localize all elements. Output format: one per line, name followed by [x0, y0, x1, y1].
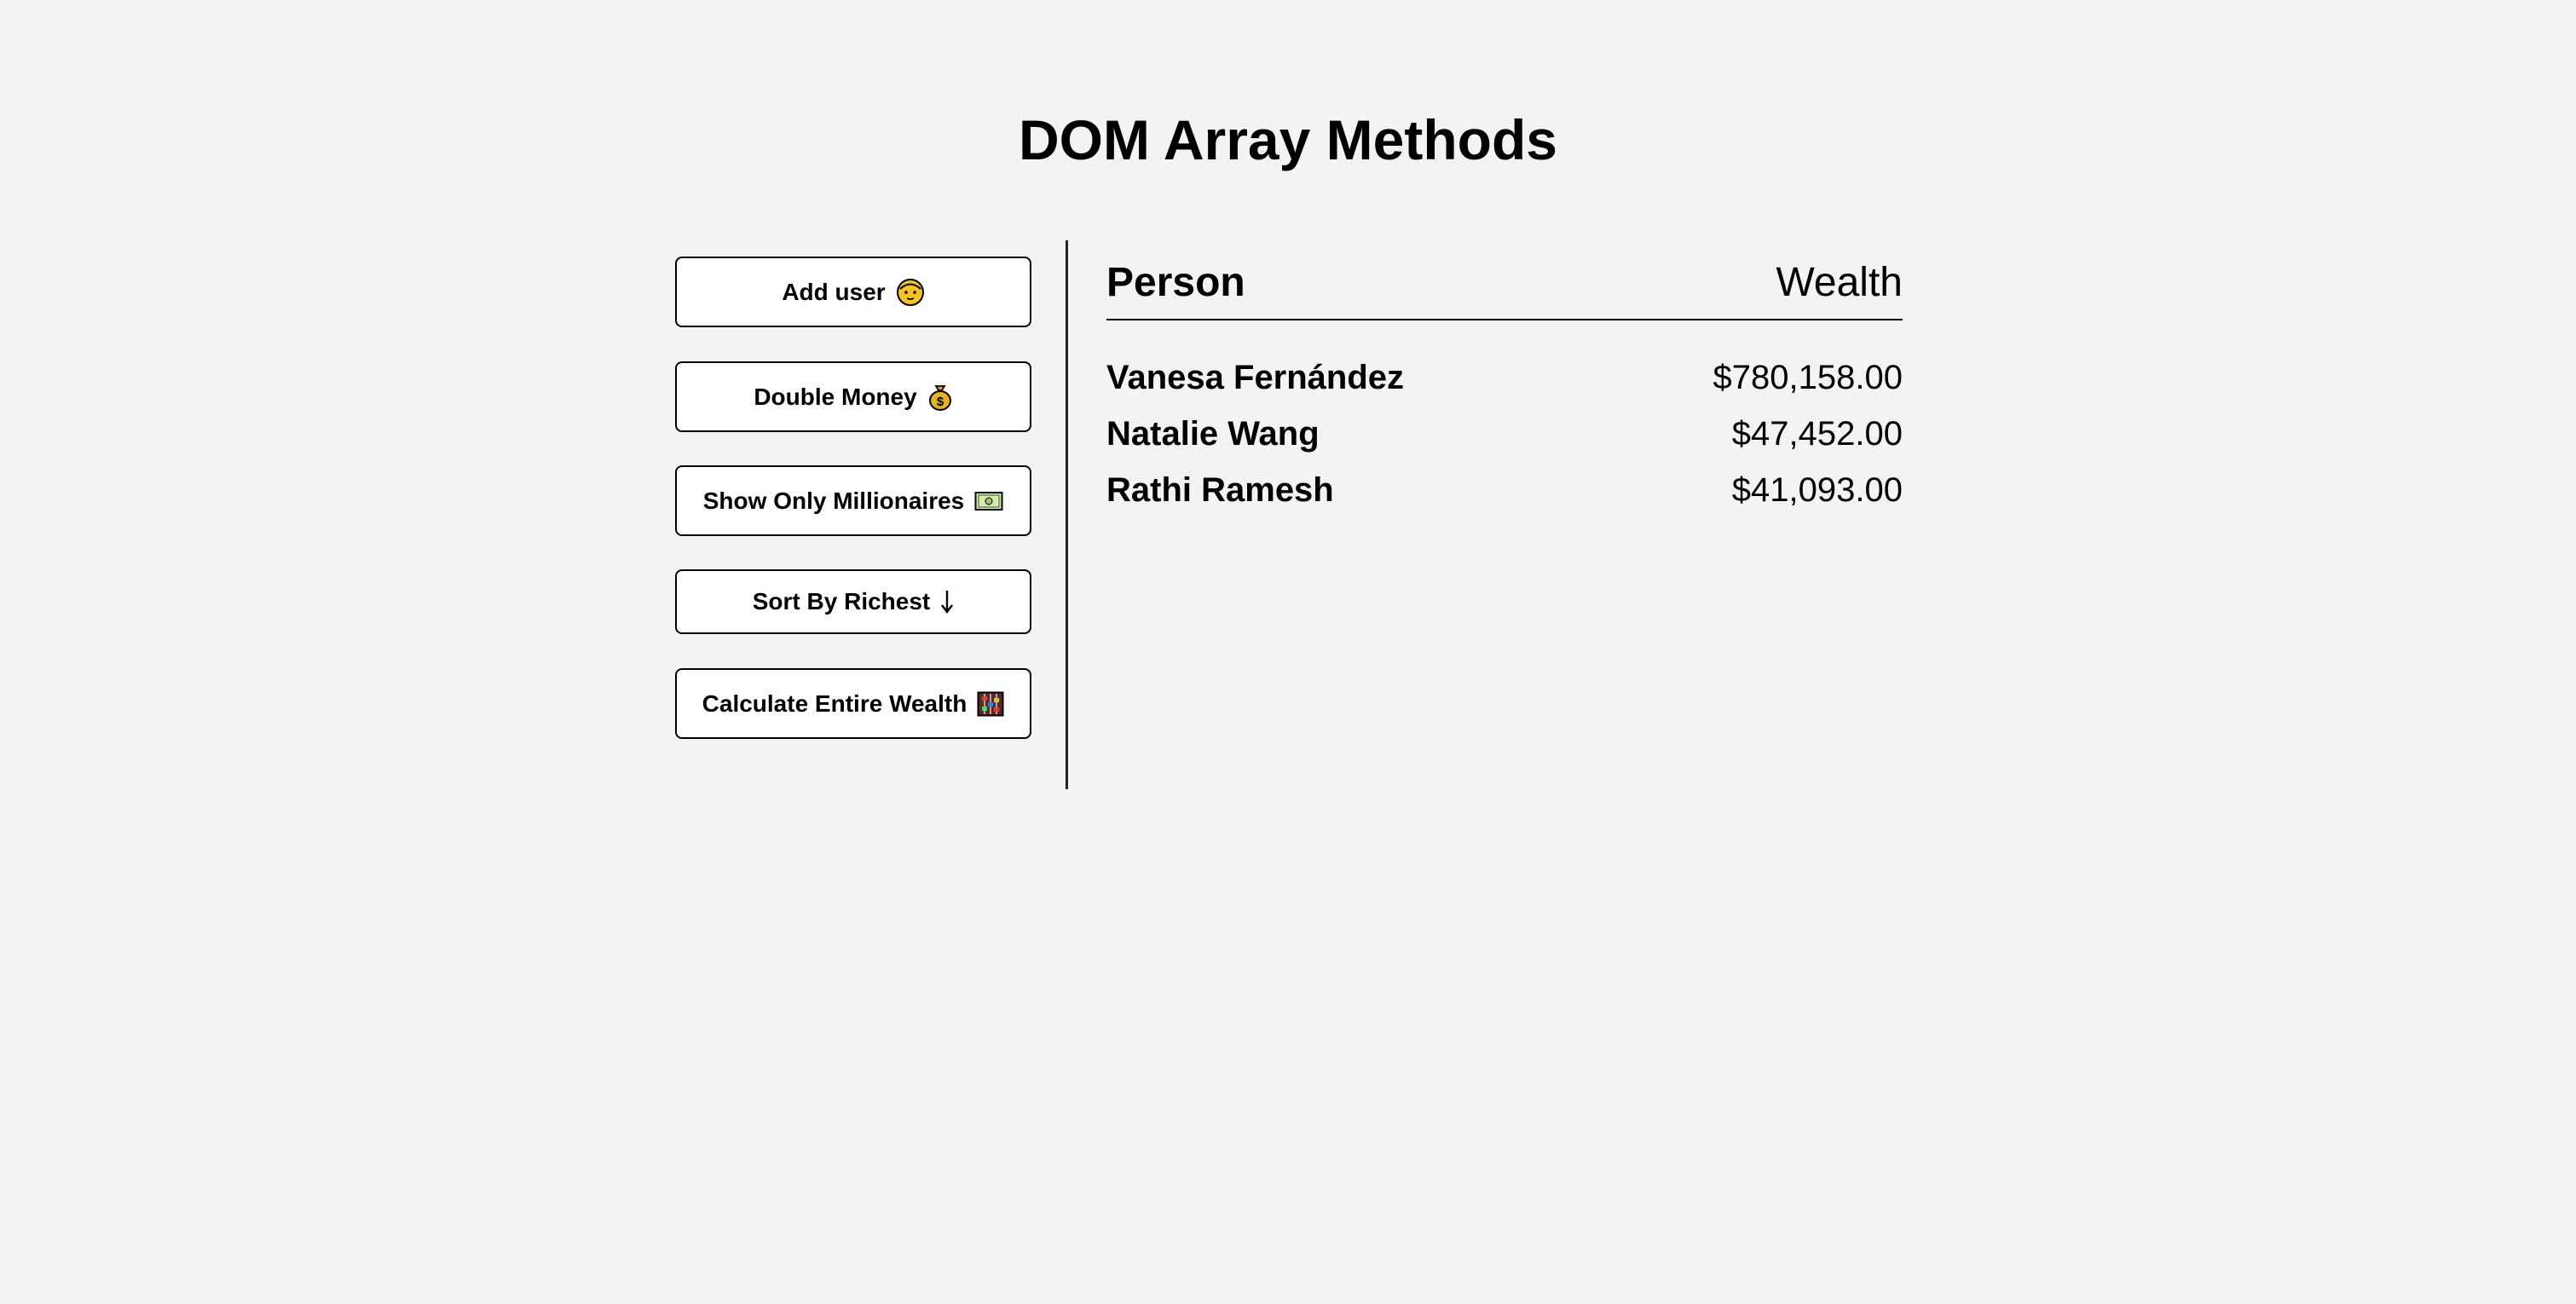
person-name: Natalie Wang — [1106, 414, 1320, 453]
arrow-down-icon — [940, 589, 954, 614]
header-wealth: Wealth — [1776, 259, 1903, 305]
svg-text:$: $ — [937, 395, 944, 409]
banknote-icon — [974, 491, 1003, 511]
table-rows: Vanesa Fernández $780,158.00 Natalie Wan… — [1106, 320, 1903, 518]
table-row: Rathi Ramesh $41,093.00 — [1106, 462, 1903, 518]
person-wealth: $41,093.00 — [1731, 470, 1903, 509]
double-money-label: Double Money — [754, 383, 917, 410]
calculate-wealth-label: Calculate Entire Wealth — [702, 690, 967, 717]
person-name: Vanesa Fernández — [1106, 358, 1405, 396]
table-header: Person Wealth — [1106, 240, 1903, 320]
sort-richest-label: Sort By Richest — [752, 588, 931, 614]
person-name: Rathi Ramesh — [1106, 470, 1334, 509]
face-icon — [896, 278, 925, 307]
calculate-wealth-button[interactable]: Calculate Entire Wealth — [675, 668, 1031, 739]
wealth-table: Person Wealth Vanesa Fernández $780,158.… — [1106, 240, 1903, 518]
page-title: DOM Array Methods — [1019, 108, 1557, 171]
header-person: Person — [1106, 259, 1245, 305]
person-wealth: $47,452.00 — [1731, 414, 1903, 453]
double-money-button[interactable]: Double Money $ — [675, 361, 1031, 432]
vertical-divider — [1066, 240, 1068, 789]
table-row: Natalie Wang $47,452.00 — [1106, 406, 1903, 462]
add-user-label: Add user — [782, 278, 886, 305]
person-wealth: $780,158.00 — [1713, 358, 1903, 396]
sort-richest-button[interactable]: Sort By Richest — [675, 569, 1031, 634]
show-millionaires-label: Show Only Millionaires — [702, 487, 965, 514]
table-row: Vanesa Fernández $780,158.00 — [1106, 349, 1903, 406]
money-bag-icon: $ — [927, 383, 953, 412]
add-user-button[interactable]: Add user — [675, 257, 1031, 327]
page: DOM Array Methods Add user Double Money … — [0, 0, 2576, 1304]
abacus-icon — [977, 691, 1004, 717]
show-millionaires-button[interactable]: Show Only Millionaires — [675, 465, 1031, 536]
